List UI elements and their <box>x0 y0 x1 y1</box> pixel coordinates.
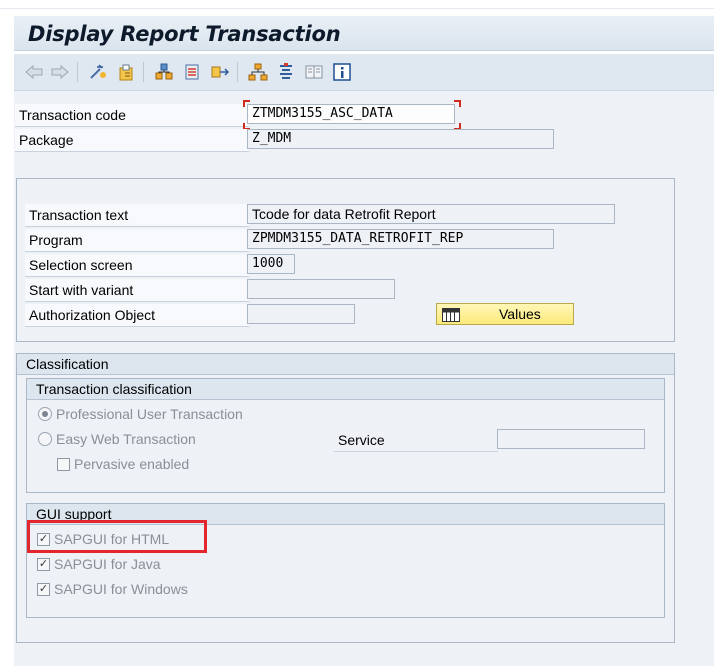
selection-screen-field[interactable]: 1000 <box>247 254 295 274</box>
checkbox-checked-icon: ✓ <box>37 557 50 571</box>
navigation-icon[interactable] <box>210 62 230 82</box>
classification-header: Classification <box>17 354 674 375</box>
sapgui-java-option[interactable]: ✓ SAPGUI for Java <box>37 554 161 574</box>
values-button[interactable]: Values <box>436 303 574 325</box>
checkbox-unchecked-icon <box>57 457 70 471</box>
values-button-label: Values <box>499 306 541 322</box>
display-change-icon[interactable] <box>116 62 136 82</box>
values-table-icon <box>442 307 460 327</box>
start-with-variant-field[interactable] <box>247 279 395 299</box>
page-title: Display Report Transaction <box>28 22 341 46</box>
toolbar-separator <box>143 62 144 82</box>
checkbox-checked-icon: ✓ <box>37 582 50 596</box>
hierarchy-icon[interactable] <box>248 62 268 82</box>
radio-unselected-icon <box>38 432 52 446</box>
transaction-text-field[interactable]: Tcode for data Retrofit Report <box>247 204 615 224</box>
easy-web-option[interactable]: Easy Web Transaction <box>38 429 196 449</box>
authorization-object-label: Authorization Object <box>25 304 249 327</box>
package-field[interactable]: Z_MDM <box>247 129 554 149</box>
transaction-classification-header: Transaction classification <box>27 379 664 400</box>
back-arrow-icon[interactable] <box>24 62 44 82</box>
transport-icon[interactable] <box>182 62 202 82</box>
layout-icon[interactable] <box>304 62 324 82</box>
start-with-variant-label: Start with variant <box>25 279 249 302</box>
transaction-text-label: Transaction text <box>25 204 249 227</box>
radio-selected-icon <box>38 407 52 421</box>
pervasive-enabled-label: Pervasive enabled <box>74 456 190 472</box>
transaction-code-label: Transaction code <box>15 104 249 127</box>
selection-screen-label: Selection screen <box>25 254 249 277</box>
program-field[interactable]: ZPMDM3155_DATA_RETROFIT_REP <box>247 229 554 249</box>
professional-user-label: Professional User Transaction <box>56 406 243 422</box>
sapgui-windows-option[interactable]: ✓ SAPGUI for Windows <box>37 579 188 599</box>
window-top-edge <box>0 0 714 9</box>
toolbar-separator <box>237 62 238 82</box>
documentation-icon[interactable] <box>276 62 296 82</box>
easy-web-label: Easy Web Transaction <box>56 431 196 447</box>
sapgui-java-label: SAPGUI for Java <box>54 556 161 572</box>
highlight-annotation-box <box>27 520 207 553</box>
pervasive-enabled-option[interactable]: Pervasive enabled <box>57 454 189 474</box>
authorization-object-field[interactable] <box>247 304 355 324</box>
required-marker <box>454 100 461 107</box>
toolbar-separator <box>77 62 78 82</box>
application-toolbar <box>14 54 714 91</box>
title-bar: Display Report Transaction <box>14 16 714 51</box>
info-icon[interactable] <box>332 62 352 82</box>
program-label: Program <box>25 229 249 252</box>
service-label: Service <box>334 429 498 452</box>
service-field[interactable] <box>497 429 645 449</box>
professional-user-option[interactable]: Professional User Transaction <box>38 404 243 424</box>
forward-arrow-icon[interactable] <box>50 62 70 82</box>
transaction-code-field[interactable]: ZTMDM3155_ASC_DATA <box>247 104 455 124</box>
where-used-icon[interactable] <box>154 62 174 82</box>
other-object-icon[interactable] <box>88 62 108 82</box>
required-marker <box>243 100 250 107</box>
sapgui-windows-label: SAPGUI for Windows <box>54 581 188 597</box>
package-label: Package <box>15 129 249 152</box>
